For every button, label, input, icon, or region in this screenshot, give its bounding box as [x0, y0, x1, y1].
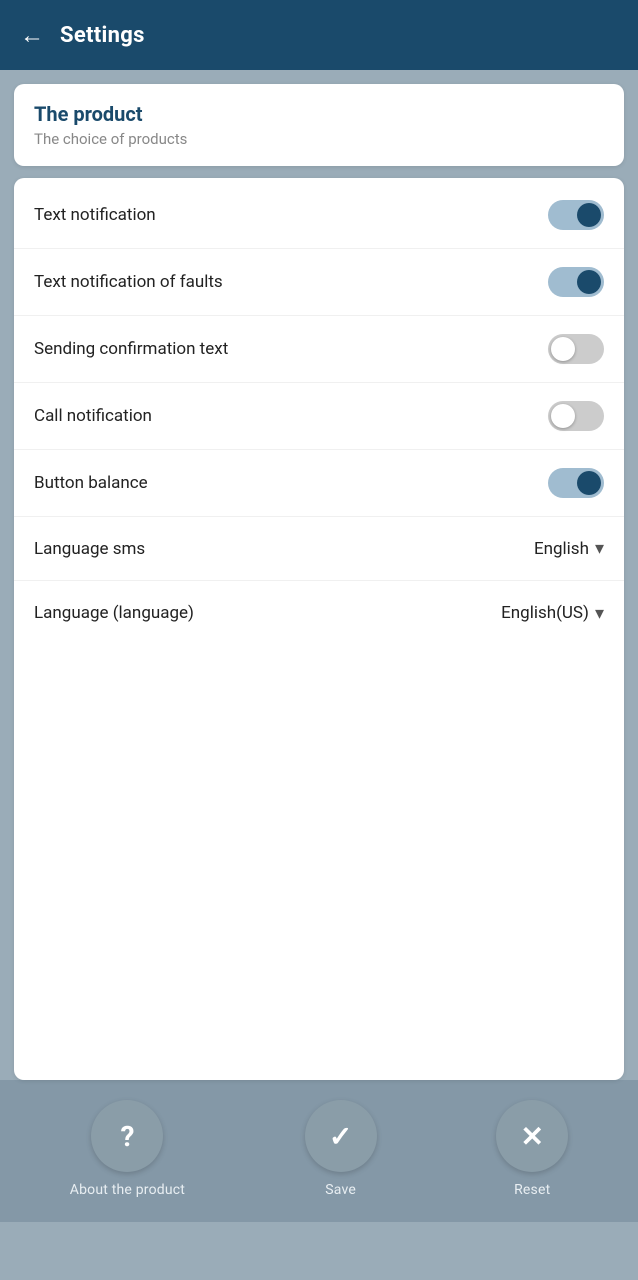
toggle-thumb-text-notification-faults [577, 270, 601, 294]
back-button[interactable]: ← [20, 21, 44, 50]
setting-row-call-notification: Call notification [14, 383, 624, 450]
setting-label-call-notification: Call notification [34, 406, 152, 426]
toggle-button-balance[interactable] [548, 468, 604, 498]
toggle-thumb-button-balance [577, 471, 601, 495]
toggle-call-notification[interactable] [548, 401, 604, 431]
save-icon: ✓ [305, 1100, 377, 1172]
reset-icon: ✕ [496, 1100, 568, 1172]
dropdown-value-language-language: English(US) [501, 603, 589, 623]
toggle-thumb-text-notification [577, 203, 601, 227]
dropdown-language-sms[interactable]: English ▾ [534, 538, 604, 559]
setting-row-sending-confirmation: Sending confirmation text [14, 316, 624, 383]
setting-label-button-balance: Button balance [34, 473, 148, 493]
setting-row-button-balance: Button balance [14, 450, 624, 517]
product-card: The product The choice of products [14, 84, 624, 166]
dropdown-language-language[interactable]: English(US) ▾ [501, 603, 604, 624]
reset-button[interactable]: ✕ Reset [496, 1100, 568, 1198]
about-icon: ? [91, 1100, 163, 1172]
save-label: Save [325, 1182, 356, 1198]
toggle-sending-confirmation[interactable] [548, 334, 604, 364]
dropdown-value-language-sms: English [534, 539, 589, 559]
about-label: About the product [70, 1182, 185, 1198]
setting-row-text-notification-faults: Text notification of faults [14, 249, 624, 316]
settings-card: Text notification Text notification of fa… [14, 178, 624, 1080]
setting-row-language-language: Language (language) English(US) ▾ [14, 581, 624, 645]
product-subtitle: The choice of products [34, 130, 604, 148]
toggle-thumb-call-notification [551, 404, 575, 428]
setting-label-sending-confirmation: Sending confirmation text [34, 339, 228, 359]
reset-label: Reset [514, 1182, 550, 1198]
setting-label-text-notification-faults: Text notification of faults [34, 272, 223, 292]
dropdown-arrow-icon-language-language: ▾ [595, 603, 604, 624]
bottom-bar: ? About the product ✓ Save ✕ Reset [0, 1080, 638, 1222]
page-title: Settings [60, 23, 145, 48]
about-button[interactable]: ? About the product [70, 1100, 185, 1198]
save-button[interactable]: ✓ Save [305, 1100, 377, 1198]
main-area: The product The choice of products Text … [0, 70, 638, 1080]
product-name: The product [34, 102, 604, 126]
setting-label-language-language: Language (language) [34, 603, 194, 623]
setting-row-text-notification: Text notification [14, 182, 624, 249]
header: ← Settings [0, 0, 638, 70]
dropdown-arrow-icon-language-sms: ▾ [595, 538, 604, 559]
setting-row-language-sms: Language sms English ▾ [14, 517, 624, 581]
setting-label-text-notification: Text notification [34, 205, 156, 225]
setting-label-language-sms: Language sms [34, 539, 145, 559]
toggle-thumb-sending-confirmation [551, 337, 575, 361]
toggle-text-notification-faults[interactable] [548, 267, 604, 297]
toggle-text-notification[interactable] [548, 200, 604, 230]
